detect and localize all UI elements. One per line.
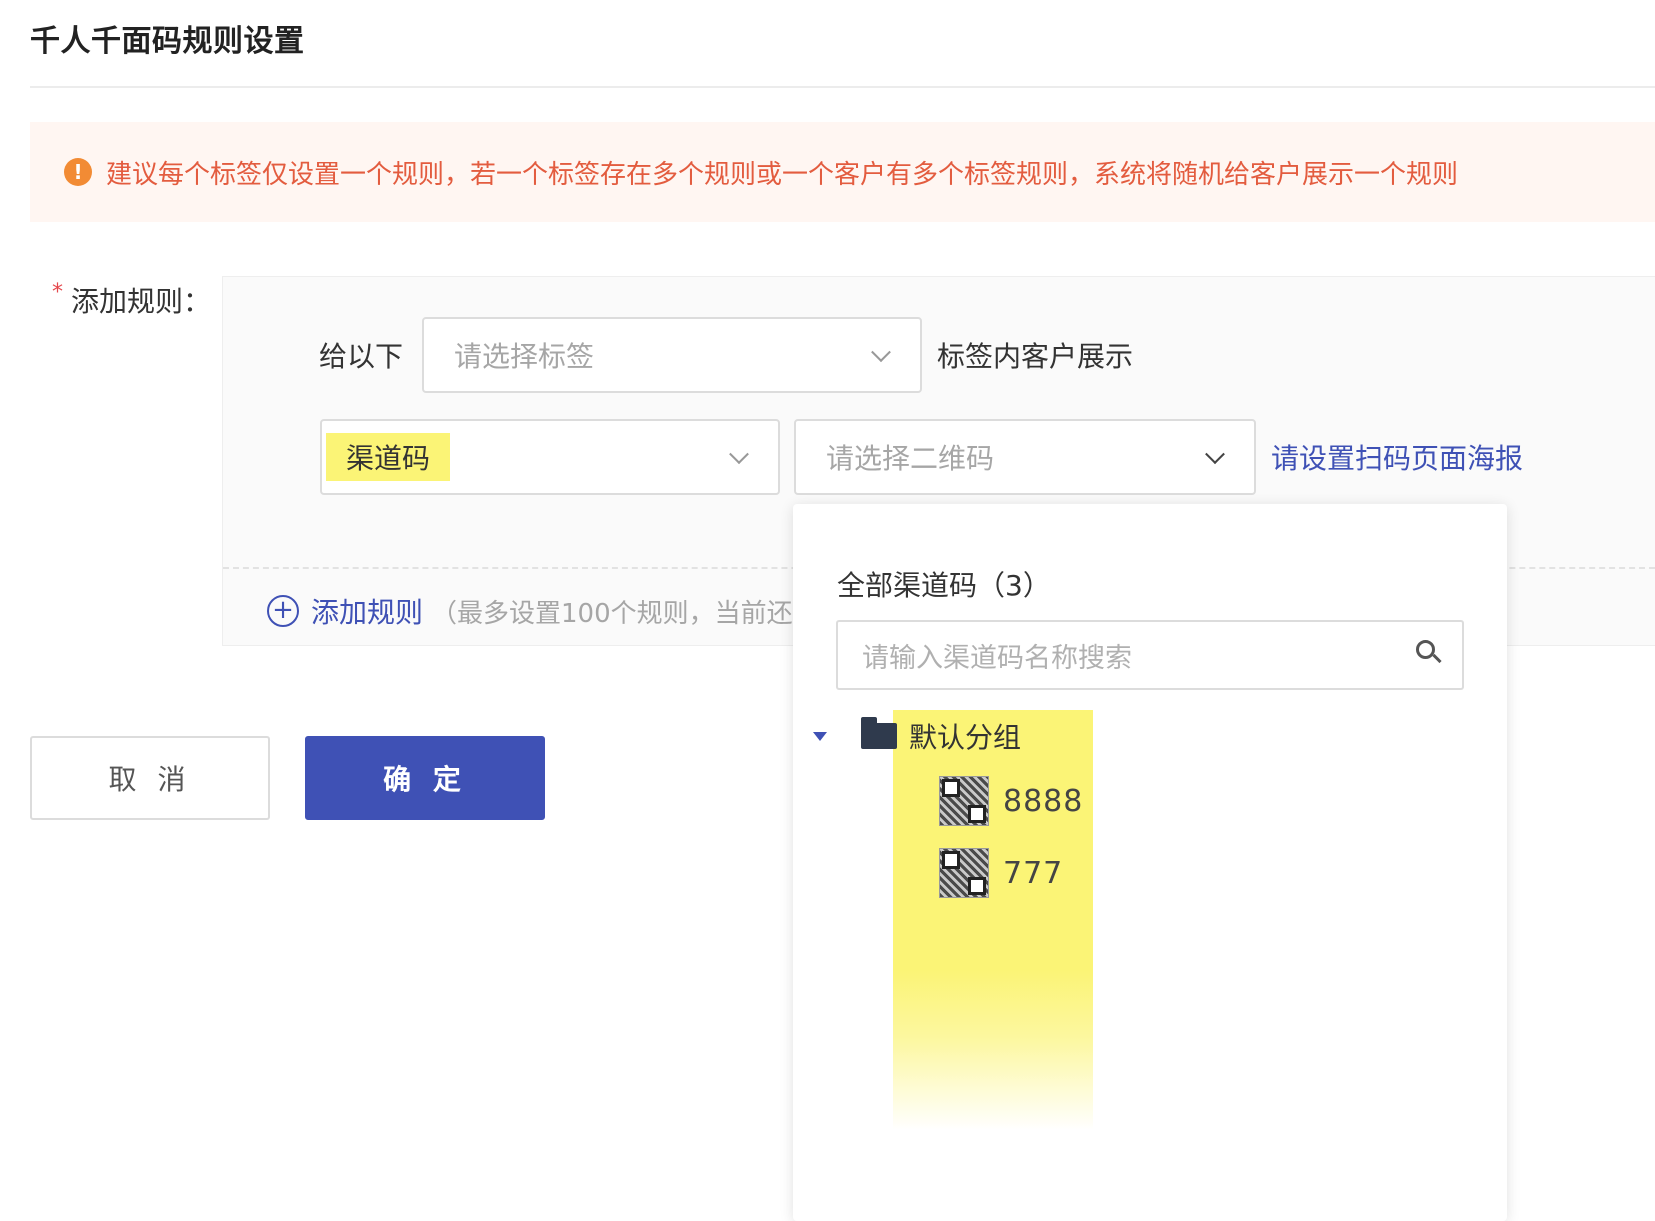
tree-item-label: 8888 [1003,783,1084,819]
page-title: 千人千面码规则设置 [30,24,305,59]
cancel-button[interactable]: 取 消 [30,736,270,820]
rule-prefix-label: 给以下 [319,340,404,373]
tree-item[interactable]: 777 [939,848,1063,898]
set-poster-link[interactable]: 请设置扫码页面海报 [1271,437,1523,477]
dropdown-title: 全部渠道码（3） [837,569,1051,602]
channel-code-search-input[interactable]: 请输入渠道码名称搜索 [836,620,1464,690]
add-rule-button[interactable]: + 添加规则 （最多设置100个规则，当前还 [267,591,793,631]
form-label-text: 添加规则： [71,285,212,318]
required-star: * [52,280,63,305]
folder-icon [861,717,897,749]
notice-text: 建议每个标签仅设置一个规则，若一个标签存在多个规则或一个客户有多个标签规则，系统… [106,159,1459,190]
group-label: 默认分组 [909,721,1022,754]
add-rule-hint: （最多设置100个规则，当前还 [431,598,793,629]
caret-down-icon[interactable] [813,731,827,741]
plus-circle-icon: + [267,595,299,627]
qr-code-select[interactable]: 请选择二维码 [794,419,1256,495]
qr-code-select-placeholder: 请选择二维码 [826,442,995,475]
qr-code-icon [939,848,989,898]
chevron-down-icon [871,342,891,363]
confirm-button[interactable]: 确 定 [305,736,545,820]
tree-item[interactable]: 8888 [939,776,1083,826]
notice-banner: ! 建议每个标签仅设置一个规则，若一个标签存在多个规则或一个客户有多个标签规则，… [30,122,1655,222]
qr-code-dropdown: 全部渠道码（3） 请输入渠道码名称搜索 默认分组 8888 777 [793,504,1507,1221]
chevron-down-icon [1205,444,1225,465]
tree-highlight [893,710,1093,1130]
add-rule-label: 添加规则 [311,596,424,629]
qr-code-icon [939,776,989,826]
add-rule-form-label: * 添加规则： [52,280,211,320]
exclamation-icon: ! [64,158,92,186]
search-icon[interactable] [1416,640,1442,664]
code-type-select[interactable]: 渠道码 [320,419,780,495]
tag-select-placeholder: 请选择标签 [454,340,595,373]
tag-select[interactable]: 请选择标签 [422,317,922,393]
tree-item-label: 777 [1003,855,1064,891]
code-type-value: 渠道码 [326,433,451,481]
chevron-down-icon [729,444,749,465]
rule-suffix-label: 标签内客户展示 [937,340,1134,373]
title-divider [30,86,1655,88]
search-placeholder: 请输入渠道码名称搜索 [862,642,1132,674]
tree-group-default[interactable]: 默认分组 [813,716,1021,756]
